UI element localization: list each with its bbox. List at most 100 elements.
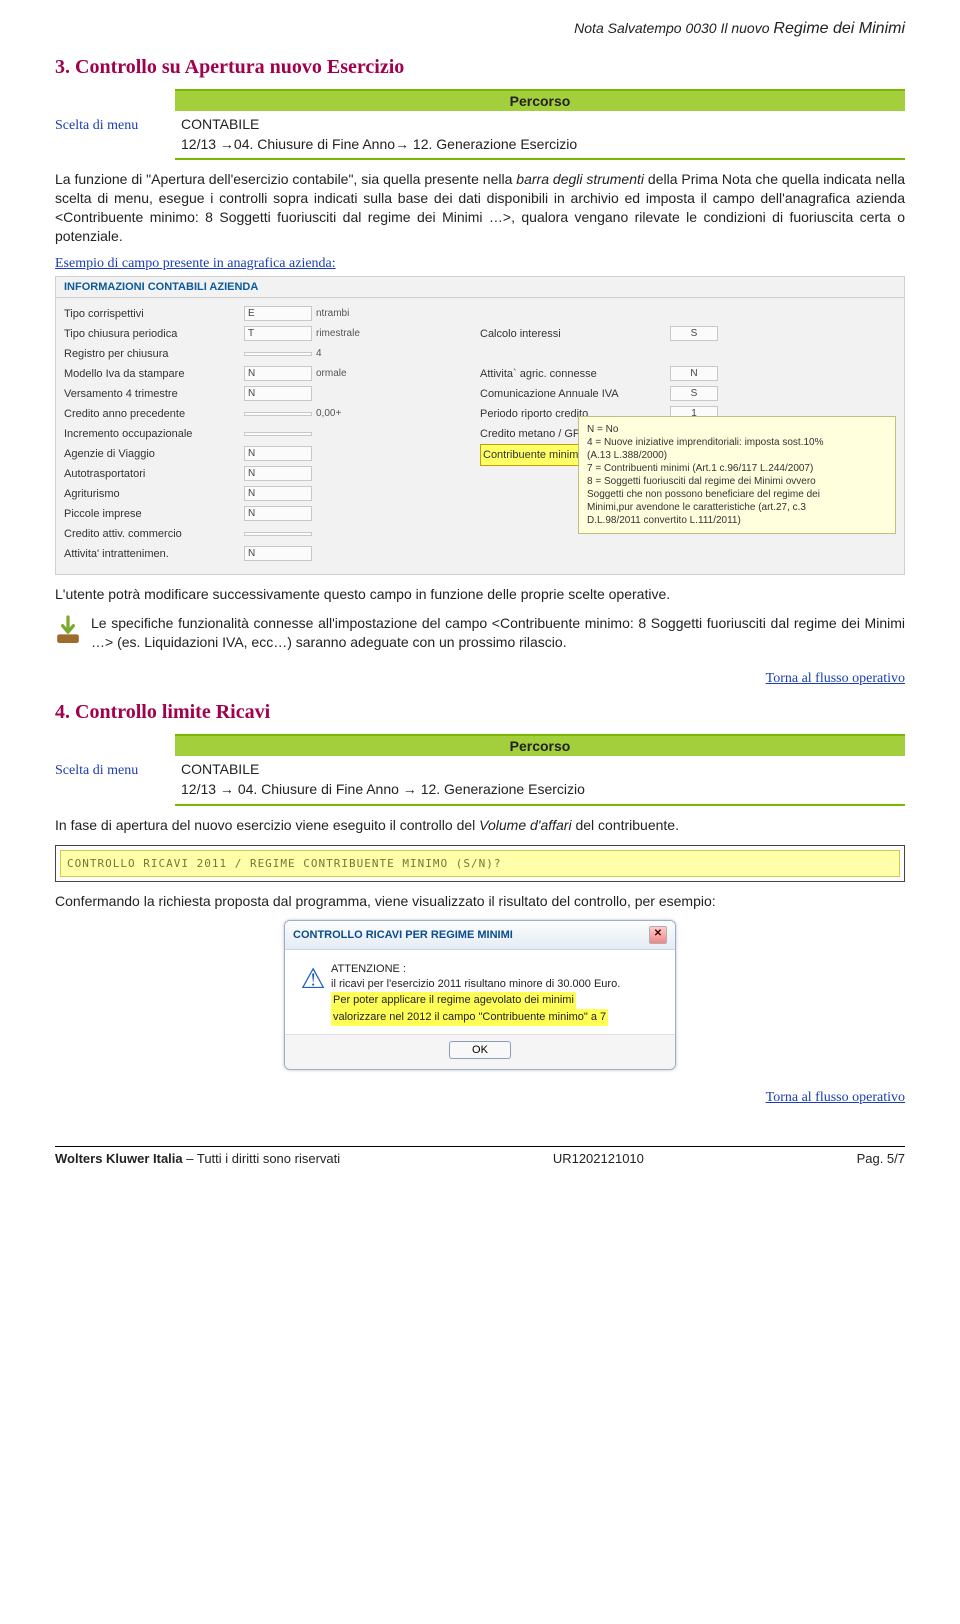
tooltip-line: (A.13 L.388/2000): [587, 449, 887, 462]
example-label: Esempio di campo presente in anagrafica …: [55, 256, 905, 272]
download-icon: [55, 614, 83, 649]
header-prefix: Nota Salvatempo 0030 Il nuovo: [574, 20, 773, 36]
footer-rights: – Tutti i diritti sono riservati: [183, 1151, 341, 1166]
form-code[interactable]: N: [244, 446, 312, 461]
form-row: Registro per chiusura4: [64, 344, 480, 364]
form-label: Registro per chiusura: [64, 348, 244, 360]
sshot1-tooltip: N = No4 = Nuove iniziative imprenditoria…: [578, 416, 896, 534]
form-row: Attivita' intrattenimen.N: [64, 544, 480, 564]
sshot1-right-col: Calcolo interessiSAttivita` agric. conne…: [480, 304, 896, 564]
menu-label-2: Scelta di menu: [55, 734, 175, 780]
form-row: Agenzie di ViaggioN: [64, 444, 480, 464]
form-code[interactable]: N: [244, 366, 312, 381]
tooltip-line: Soggetti che non possono beneficiare del…: [587, 488, 887, 501]
form-code[interactable]: T: [244, 326, 312, 341]
note-text: Le specifiche funzionalità connesse all'…: [91, 614, 905, 652]
form-label: Piccole imprese: [64, 508, 244, 520]
percorso-header-2: Percorso: [175, 736, 905, 756]
form-desc: 0,00+: [316, 408, 480, 419]
percorso-line2: 12/13 →04. Chiusure di Fine Anno→ 12. Ge…: [181, 136, 577, 152]
form-row-right: [480, 304, 896, 324]
form-label: Modello Iva da stampare: [64, 368, 244, 380]
percorso-line2-2: 12/13 → 04. Chiusure di Fine Anno → 12. …: [181, 781, 585, 797]
form-label: Autotrasportatori: [64, 468, 244, 480]
form-value[interactable]: N: [670, 366, 718, 381]
form-row-right: Comunicazione Annuale IVAS: [480, 384, 896, 404]
section3-title: 3. Controllo su Apertura nuovo Esercizio: [55, 56, 905, 79]
form-label: Credito anno precedente: [64, 408, 244, 420]
form-label: Agenzie di Viaggio: [64, 448, 244, 460]
form-code[interactable]: N: [244, 506, 312, 521]
form-row: Credito anno precedente 0,00+: [64, 404, 480, 424]
dialog-text: ATTENZIONE : il ricavi per l'esercizio 2…: [331, 962, 665, 1025]
dialog-hl2: valorizzare nel 2012 il campo "Contribue…: [331, 1009, 608, 1026]
form-code[interactable]: [244, 352, 312, 356]
screenshot-dialog: CONTROLLO RICAVI PER REGIME MINIMI ✕ ⚠ A…: [284, 920, 676, 1069]
section3-menu-row: Scelta di menu Percorso CONTABILE 12/13 …: [55, 89, 905, 160]
form-code[interactable]: E: [244, 306, 312, 321]
footer-code: UR1202121010: [553, 1151, 644, 1166]
tooltip-line: N = No: [587, 423, 887, 436]
tooltip-line: Minimi,pur avendone le caratteristiche (…: [587, 501, 887, 514]
form-desc: rimestrale: [316, 328, 480, 339]
header-suffix: Regime dei Minimi: [773, 20, 905, 37]
form-row-right: Attivita` agric. connesseN: [480, 364, 896, 384]
form-code[interactable]: N: [244, 546, 312, 561]
tooltip-line: 8 = Soggetti fuoriusciti dal regime dei …: [587, 475, 887, 488]
form-label: Comunicazione Annuale IVA: [480, 388, 670, 400]
percorso-line1-2: CONTABILE: [181, 761, 259, 777]
ok-button[interactable]: OK: [449, 1041, 511, 1059]
confirm-para: Confermando la richiesta proposta dal pr…: [55, 892, 905, 911]
form-row: Piccole impreseN: [64, 504, 480, 524]
section3-para: La funzione di "Apertura dell'esercizio …: [55, 170, 905, 246]
form-code[interactable]: [244, 412, 312, 416]
screenshot-prompt-bar: CONTROLLO RICAVI 2011 / REGIME CONTRIBUE…: [55, 845, 905, 882]
footer-company: Wolters Kluwer Italia: [55, 1151, 183, 1166]
percorso-table-2: Percorso CONTABILE 12/13 → 04. Chiusure …: [175, 734, 905, 805]
tooltip-line: D.L.98/2011 convertito L.111/2011): [587, 514, 887, 527]
form-row: Tipo chiusura periodicaTrimestrale: [64, 324, 480, 344]
form-row: Credito attiv. commercio: [64, 524, 480, 544]
form-label: Incremento occupazionale: [64, 428, 244, 440]
form-code[interactable]: [244, 432, 312, 436]
torna-link[interactable]: Torna al flusso operativo: [766, 671, 905, 686]
footer-page: Pag. 5/7: [857, 1151, 905, 1166]
form-value[interactable]: S: [670, 386, 718, 401]
percorso-header: Percorso: [175, 91, 905, 111]
menu-label: Scelta di menu: [55, 89, 175, 135]
torna-link-2[interactable]: Torna al flusso operativo: [766, 1090, 905, 1105]
tooltip-line: 7 = Contribuenti minimi (Art.1 c.96/117 …: [587, 462, 887, 475]
dialog-hl1: Per poter applicare il regime agevolato …: [331, 992, 576, 1009]
percorso-body: CONTABILE 12/13 →04. Chiusure di Fine An…: [175, 111, 905, 158]
sshot2-text: CONTROLLO RICAVI 2011 / REGIME CONTRIBUE…: [60, 850, 900, 877]
form-value[interactable]: S: [670, 326, 718, 341]
tooltip-line: 4 = Nuove iniziative imprenditoriali: im…: [587, 436, 887, 449]
dialog-titlebar: CONTROLLO RICAVI PER REGIME MINIMI ✕: [285, 921, 675, 950]
section4-menu-row: Scelta di menu Percorso CONTABILE 12/13 …: [55, 734, 905, 805]
dialog-title: CONTROLLO RICAVI PER REGIME MINIMI: [293, 929, 513, 941]
form-label: Tipo chiusura periodica: [64, 328, 244, 340]
sshot1-title: INFORMAZIONI CONTABILI AZIENDA: [56, 277, 904, 298]
form-desc: ntrambi: [316, 308, 480, 319]
form-label: Tipo corrispettivi: [64, 308, 244, 320]
section4-para: In fase di apertura del nuovo esercizio …: [55, 816, 905, 835]
form-row: Incremento occupazionale: [64, 424, 480, 444]
doc-header: Nota Salvatempo 0030 Il nuovo Regime dei…: [55, 20, 905, 38]
close-icon[interactable]: ✕: [649, 926, 667, 944]
warning-icon: ⚠: [295, 962, 331, 1025]
form-code[interactable]: N: [244, 466, 312, 481]
form-code[interactable]: N: [244, 486, 312, 501]
form-label: Attivita` agric. connesse: [480, 368, 670, 380]
form-code[interactable]: N: [244, 386, 312, 401]
form-label: Versamento 4 trimestre: [64, 388, 244, 400]
percorso-line1: CONTABILE: [181, 116, 259, 132]
sshot1-left-col: Tipo corrispettiviEntrambi Tipo chiusura …: [64, 304, 480, 564]
dialog-line1: ATTENZIONE :: [331, 962, 665, 977]
form-row: Modello Iva da stampareNormale: [64, 364, 480, 384]
after1-line: L'utente potrà modificare successivament…: [55, 585, 905, 604]
form-row: AgriturismoN: [64, 484, 480, 504]
section4-title: 4. Controllo limite Ricavi: [55, 701, 905, 724]
form-desc: ormale: [316, 368, 480, 379]
form-code[interactable]: [244, 532, 312, 536]
screenshot-form-panel: INFORMAZIONI CONTABILI AZIENDA Tipo corr…: [55, 276, 905, 575]
